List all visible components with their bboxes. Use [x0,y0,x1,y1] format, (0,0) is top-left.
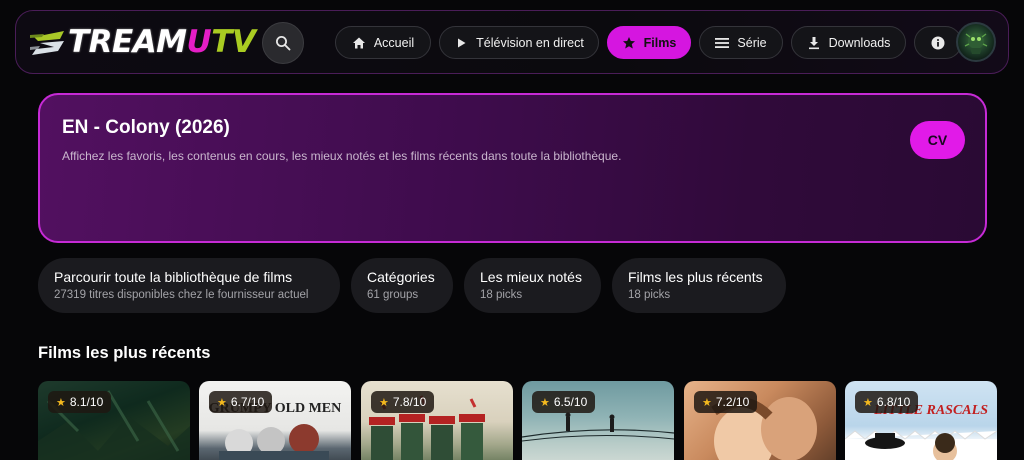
chip-title: Films les plus récents [628,269,763,285]
nav-info[interactable] [914,26,962,59]
rating-badge: ★ 6.7/10 [209,391,273,413]
hero-title: EN - Colony (2026) [62,117,230,138]
poster-card-2[interactable]: GRUMPY OLD MEN ★ 6.7/10 [199,381,351,460]
logo-text-main: TREAM [68,24,187,60]
rating-badge: ★ 7.8/10 [371,391,435,413]
search-button[interactable] [262,22,304,64]
nav-downloads[interactable]: Downloads [791,26,906,59]
nav-live-tv-label: Télévision en direct [476,35,584,50]
nav-serie-label: Série [737,35,767,50]
rating-badge: ★ 6.5/10 [532,391,596,413]
avatar[interactable] [956,22,996,62]
logo-text-u: U [186,24,212,60]
download-icon [807,36,821,50]
nav-live-tv[interactable]: Télévision en direct [439,26,599,59]
search-icon [276,36,291,51]
star-icon: ★ [702,396,712,409]
chip-subtitle: 27319 titres disponibles chez le fournis… [54,289,309,301]
chip-top-rated[interactable]: Les mieux notés 18 picks [464,258,601,313]
chip-categories[interactable]: Catégories 61 groups [351,258,453,313]
hero-cv-button[interactable]: CV [910,121,965,159]
star-icon: ★ [217,396,227,409]
rating-badge: ★ 6.8/10 [855,391,919,413]
star-icon: ★ [540,396,550,409]
poster-card-3[interactable]: ★ 7.8/10 [361,381,513,460]
chip-title: Catégories [367,269,435,285]
nav-films-label: Films [643,35,677,50]
logo-s-emblem [30,27,68,57]
poster-card-1[interactable]: ★ 8.1/10 [38,381,190,460]
info-icon [931,36,945,50]
section-title-recent: Films les plus récents [38,344,211,362]
chip-subtitle: 61 groups [367,289,419,301]
rating-badge: ★ 8.1/10 [48,391,112,413]
rating-badge: ★ 7.2/10 [694,391,758,413]
chip-subtitle: 18 picks [628,289,671,301]
logo-text-tv: TV [211,24,256,60]
star-icon: ★ [56,396,66,409]
chip-title: Les mieux notés [480,269,582,285]
chip-subtitle: 18 picks [480,289,523,301]
star-icon [622,36,636,50]
menu-icon [715,36,730,50]
poster-card-5[interactable]: ★ 7.2/10 [684,381,836,460]
chip-browse-library[interactable]: Parcourir toute la bibliothèque de films… [38,258,340,313]
nav-films[interactable]: Films [607,26,691,59]
nav-serie[interactable]: Série [699,26,783,59]
poster-card-6[interactable]: LITTLE RASCALS ★ 6.8/10 [845,381,997,460]
star-icon: ★ [863,396,873,409]
chip-title: Parcourir toute la bibliothèque de films [54,269,293,285]
nav-downloads-label: Downloads [828,35,891,50]
app-root: TREAM U TV Accueil Télévision en direct Fi… [0,0,1024,460]
hero-panel: EN - Colony (2026) Affichez les favoris,… [38,93,987,243]
hero-subtitle: Affichez les favoris, les contenus en co… [62,149,622,163]
nav-accueil-label: Accueil [373,35,415,50]
chip-recent-films[interactable]: Films les plus récents 18 picks [612,258,786,313]
app-logo[interactable]: TREAM U TV [30,22,256,62]
poster-card-4[interactable]: ★ 6.5/10 [522,381,674,460]
star-icon: ★ [379,396,389,409]
home-icon [352,36,366,50]
play-icon [454,36,468,50]
nav-accueil[interactable]: Accueil [335,26,431,59]
